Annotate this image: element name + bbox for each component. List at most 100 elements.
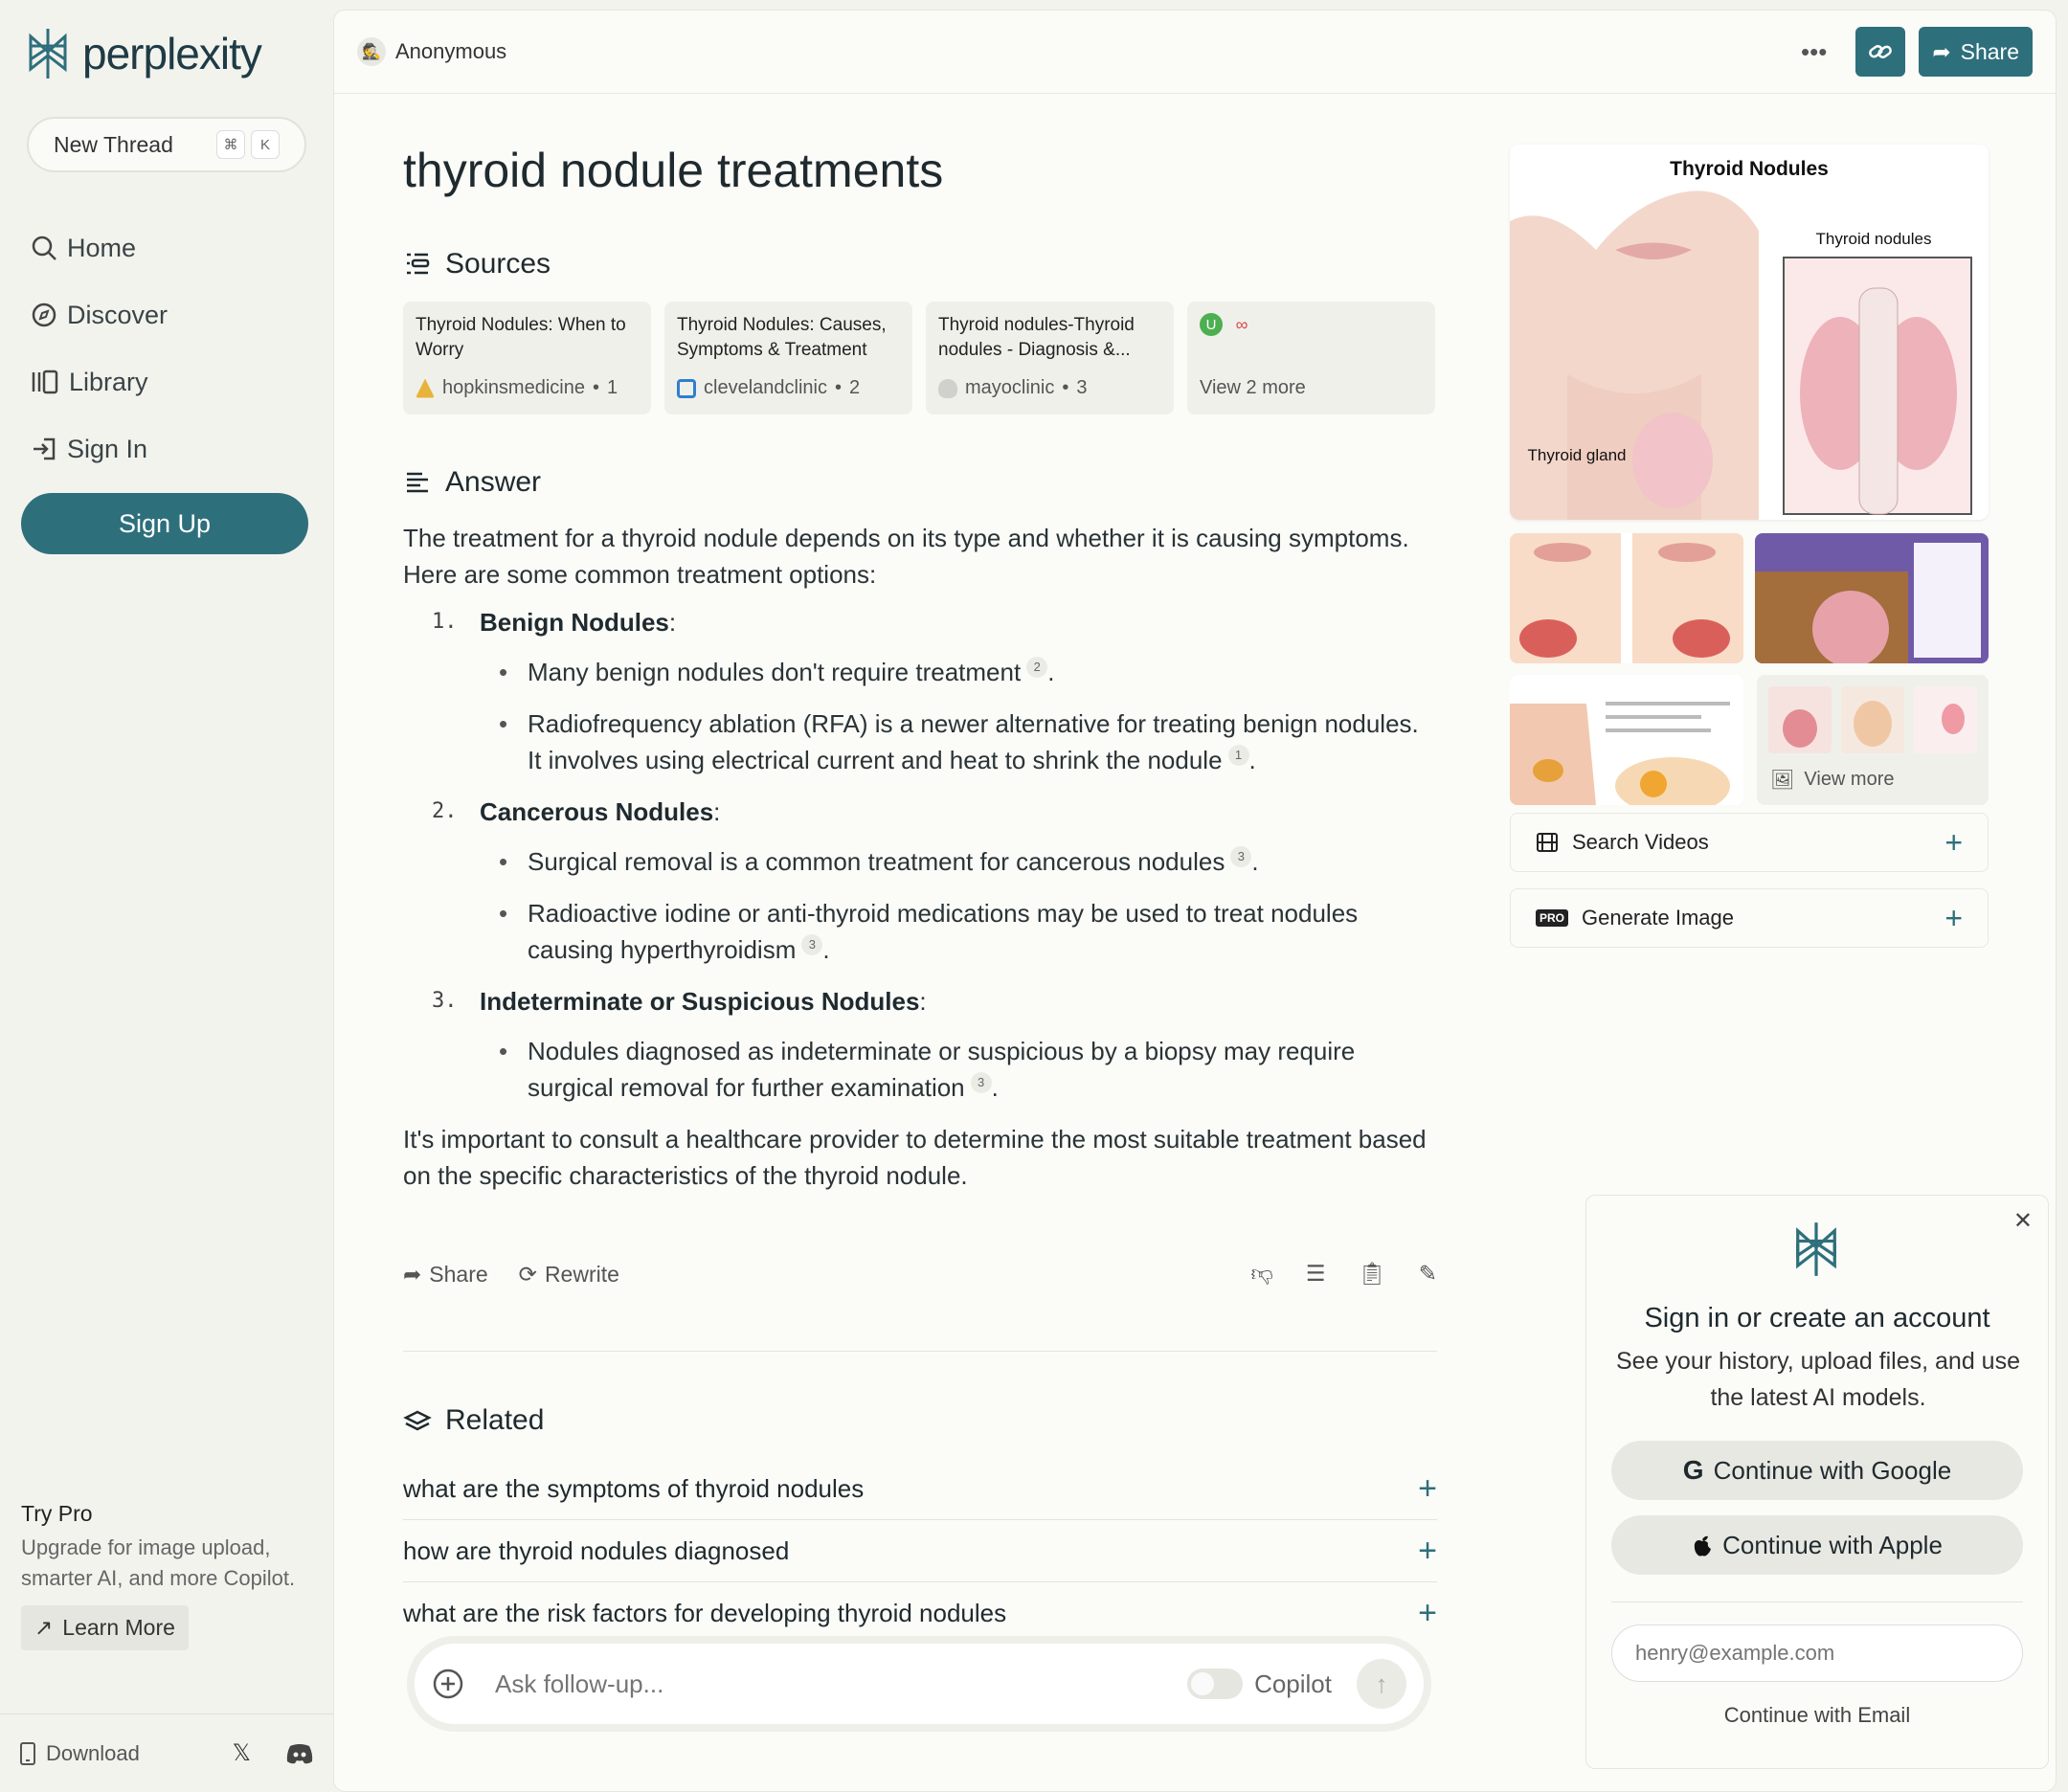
share-button[interactable]: ➦ Share — [1919, 27, 2033, 77]
more-options-icon[interactable]: ••• — [1801, 37, 1827, 67]
sources-heading: Sources — [403, 248, 551, 280]
plus-icon: + — [1944, 824, 1963, 860]
related-question[interactable]: what are the risk factors for developing… — [403, 1582, 1437, 1644]
bullet-text: Many benign nodules don't require treatm… — [528, 658, 1022, 686]
thread-title: thyroid nodule treatments — [403, 144, 944, 197]
share-answer-button[interactable]: ➦ Share — [403, 1262, 488, 1288]
section-heading: Cancerous Nodules — [480, 797, 714, 826]
source-card[interactable]: Thyroid Nodules: Causes, Symptoms & Trea… — [664, 302, 912, 414]
source-card[interactable]: Thyroid nodules-Thyroid nodules - Diagno… — [926, 302, 1174, 414]
answer-intro: The treatment for a thyroid nodule depen… — [403, 524, 1409, 589]
copilot-toggle[interactable] — [1187, 1669, 1244, 1699]
top-bar: 🕵 Anonymous ••• ➦ Share — [334, 11, 2056, 94]
image-thumbnail[interactable] — [1510, 675, 1743, 805]
link-icon — [1869, 45, 1893, 58]
citation-badge[interactable]: 3 — [1230, 846, 1252, 868]
image-label-gland: Thyroid gland — [1527, 446, 1626, 464]
sign-in-card: ✕ Sign in or create an account See your … — [1585, 1195, 2049, 1769]
attach-plus-icon[interactable] — [432, 1668, 464, 1700]
sources-label: Sources — [445, 248, 551, 280]
edit-icon[interactable]: ✎ — [1419, 1261, 1437, 1288]
hopkins-favicon-icon — [416, 378, 435, 398]
bullet-list: Surgical removal is a common treatment f… — [480, 843, 1437, 968]
shortcut-hint: ⌘ K — [216, 130, 280, 159]
sidebar-item-sign-in[interactable]: Sign In — [31, 415, 168, 482]
source-title: Thyroid Nodules: Causes, Symptoms & Trea… — [677, 315, 887, 360]
new-thread-button[interactable]: New Thread ⌘ K — [27, 117, 306, 172]
list-number: 3. — [432, 989, 458, 1013]
sidebar-item-home[interactable]: Home — [31, 214, 168, 281]
rewrite-label: Rewrite — [544, 1261, 619, 1287]
sidebar-item-discover[interactable]: Discover — [31, 281, 168, 348]
site-favicon-icon: U — [1200, 313, 1223, 336]
continue-with-email-button[interactable]: Continue with Email — [1586, 1703, 2048, 1728]
film-icon — [1537, 833, 1558, 852]
main-image[interactable]: Thyroid Nodules Thyroid nodules Thyroid … — [1510, 145, 1989, 520]
related-question[interactable]: how are thyroid nodules diagnosed + — [403, 1520, 1437, 1582]
close-icon[interactable]: ✕ — [2013, 1207, 2033, 1235]
sidebar-item-library[interactable]: Library — [31, 348, 168, 415]
logo[interactable]: perplexity — [25, 27, 262, 80]
learn-more-button[interactable]: ↗ Learn More — [21, 1605, 189, 1650]
follow-up-input[interactable] — [493, 1668, 1110, 1700]
download-link[interactable]: Download — [46, 1741, 140, 1766]
answer-conclusion: It's important to consult a healthcare p… — [403, 1125, 1427, 1190]
rewrite-button[interactable]: ⟳ Rewrite — [519, 1262, 619, 1288]
continue-with-google-button[interactable]: G Continue with Google — [1611, 1441, 2023, 1500]
answer-label: Answer — [445, 466, 542, 498]
citation-badge[interactable]: 2 — [1026, 657, 1048, 679]
related-question[interactable]: what are the symptoms of thyroid nodules… — [403, 1458, 1437, 1520]
k-key: K — [251, 130, 280, 159]
discord-icon[interactable] — [285, 1742, 314, 1765]
sign-up-button[interactable]: Sign Up — [21, 493, 308, 554]
pro-badge: PRO — [1536, 909, 1569, 927]
x-twitter-icon[interactable]: 𝕏 — [233, 1739, 251, 1767]
citation-badge[interactable]: 1 — [1227, 745, 1249, 767]
related-heading: Related — [403, 1404, 544, 1437]
citation-badge[interactable]: 3 — [801, 934, 823, 956]
sidebar: perplexity New Thread ⌘ K Home Discover … — [0, 0, 333, 1792]
command-key: ⌘ — [216, 130, 245, 159]
related-list: what are the symptoms of thyroid nodules… — [403, 1458, 1437, 1644]
top-actions: ••• ➦ Share — [1801, 27, 2033, 77]
image-collage-thumbnail — [1768, 686, 1977, 753]
image-thumbnail[interactable] — [1510, 533, 1743, 663]
source-card[interactable]: Thyroid Nodules: When to Worry hopkinsme… — [403, 302, 651, 414]
source-number: 1 — [607, 377, 618, 398]
copy-icon[interactable]: 📋︎ — [1359, 1261, 1386, 1288]
search-videos-button[interactable]: Search Videos + — [1510, 813, 1989, 872]
list-item: 3. Indeterminate or Suspicious Nodules: … — [403, 983, 1437, 1106]
citation-badge[interactable]: 3 — [970, 1072, 992, 1094]
apple-label: Continue with Apple — [1722, 1530, 1943, 1559]
thyroid-illustration: Thyroid Nodules Thyroid nodules Thyroid … — [1510, 145, 1989, 520]
source-site: mayoclinic — [965, 377, 1055, 398]
perplexity-logo-icon — [1796, 1222, 1836, 1276]
view-more-images[interactable]: 🖼︎ View more — [1757, 675, 1989, 805]
source-title: Thyroid nodules-Thyroid nodules - Diagno… — [938, 315, 1135, 360]
answer-tools: 👎︎ ☰ 📋︎ ✎ — [1251, 1261, 1437, 1288]
share-icon: ➦ — [403, 1261, 422, 1287]
google-label: Continue with Google — [1713, 1455, 1952, 1485]
search-icon — [32, 235, 56, 260]
sidebar-item-label: Sign In — [67, 434, 148, 463]
source-site: hopkinsmedicine — [442, 377, 585, 398]
continue-with-apple-button[interactable]: Continue with Apple — [1611, 1515, 2023, 1575]
image-icon: 🖼︎ — [1770, 770, 1795, 791]
thumbs-down-icon[interactable]: 👎︎ — [1251, 1261, 1273, 1288]
email-field[interactable] — [1611, 1624, 2023, 1682]
search-videos-label: Search Videos — [1572, 830, 1709, 854]
incognito-icon: 🕵 — [357, 37, 386, 66]
treatment-list: 1. Benign Nodules: Many benign nodules d… — [403, 604, 1437, 1106]
library-icon — [32, 370, 58, 394]
send-button[interactable]: ↑ — [1357, 1659, 1406, 1709]
copy-link-button[interactable] — [1855, 27, 1906, 77]
rewrite-icon: ⟳ — [518, 1261, 537, 1287]
bullet-list: Nodules diagnosed as indeterminate or su… — [480, 1033, 1437, 1106]
sign-in-icon — [34, 437, 56, 460]
view-sources-icon[interactable]: ☰ — [1306, 1261, 1326, 1288]
view-more-sources-card[interactable]: U ∞ View 2 more — [1187, 302, 1435, 414]
generate-image-button[interactable]: PRO Generate Image + — [1510, 888, 1989, 948]
source-site: clevelandclinic — [704, 377, 827, 398]
image-thumbnail[interactable] — [1755, 533, 1989, 663]
bullet-text: Nodules diagnosed as indeterminate or su… — [528, 1037, 1356, 1102]
